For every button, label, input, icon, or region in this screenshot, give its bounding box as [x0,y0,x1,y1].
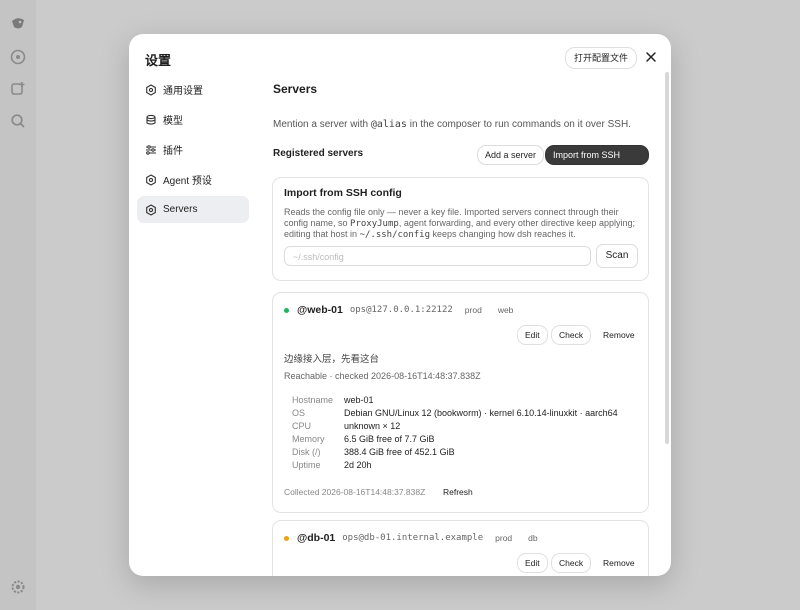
servers-panel: Servers Mention a server with @alias in … [272,74,649,576]
detail-row: Uptime 2d 20h [292,459,618,472]
detail-key: OS [292,408,306,418]
scan-button[interactable]: Scan [596,244,638,268]
settings-modal: 设置 打开配置文件 通用设置 模型 插件 Agent 预设 Servers Se… [129,34,671,576]
import-card-title: Import from SSH config [284,187,402,199]
remove-button[interactable]: Remove [595,325,643,345]
import-card-description: Reads the config file only — never a key… [284,207,640,241]
import-ssh-card: Import from SSH config Reads the config … [272,177,649,281]
plus-circle-icon[interactable] [9,48,27,66]
close-icon[interactable] [643,49,659,65]
open-config-button[interactable]: 打开配置文件 [564,47,637,69]
check-button[interactable]: Check [551,553,592,573]
server-address: ops@127.0.0.1:22122 [349,305,453,315]
detail-row: Disk (/) 388.4 GiB free of 452.1 GiB [292,446,618,459]
detail-key: Uptime [292,460,321,470]
sidebar-item-label: 通用设置 [163,86,203,97]
app-rail [0,0,36,610]
detail-row: Memory 6.5 GiB free of 7.7 GiB [292,433,618,446]
detail-value: 388.4 GiB free of 452.1 GiB [344,447,455,457]
server-alias: @web-01 [297,304,343,316]
detail-value: unknown × 12 [344,421,401,431]
edit-button[interactable]: Edit [517,325,548,345]
edit-button[interactable]: Edit [517,553,548,573]
sliders-icon [145,144,157,156]
refresh-link[interactable]: Refresh [443,487,473,497]
sidebar-item-label: 插件 [163,146,183,157]
server-card: @web-01 ops@127.0.0.1:22122 prod web Edi… [272,292,649,513]
new-window-icon[interactable] [9,80,27,98]
settings-gear-icon[interactable] [9,578,27,596]
server-alias: @db-01 [297,532,336,544]
detail-key: Disk (/) [292,447,321,457]
status-dot [284,307,289,313]
server-card: @db-01 ops@db-01.internal.example prod d… [272,520,649,576]
intro-code: @alias [370,119,407,130]
server-tag: web [497,305,514,315]
server-tag: db [528,533,538,543]
database-icon [145,114,157,126]
detail-key: CPU [292,421,312,431]
detail-value: web-01 [344,395,374,405]
detail-key: Memory [292,434,325,444]
detail-value: 2d 20h [344,460,372,470]
detail-key: Hostname [292,395,334,405]
server-header: @db-01 ops@db-01.internal.example prod d… [284,532,554,544]
desc-code: ~/.ssh/config [359,230,431,240]
server-note: 边缘接入层，先看这台 [284,354,380,365]
server-status: Reachable · checked 2026-08-16T14:48:37.… [284,371,481,381]
desc-code: ProxyJump [350,218,399,229]
intro-suffix: in the composer to run commands on it ov… [406,119,631,130]
sidebar-item-general[interactable]: 通用设置 [137,76,249,103]
sidebar-item-plugins[interactable]: 插件 [137,136,249,163]
detail-row: OS Debian GNU/Linux 12 (bookworm) · kerne… [292,407,618,420]
intro-prefix: Mention a server with [273,119,371,130]
page-title: Servers [273,82,318,96]
add-server-button[interactable]: Add a server [477,145,545,165]
settings-sidebar: 通用设置 模型 插件 Agent 预设 Servers [137,76,249,226]
sidebar-item-agent-presets[interactable]: Agent 预设 [137,166,249,193]
detail-row: CPU unknown × 12 [292,420,618,433]
detail-row: Hostname web-01 [292,394,618,407]
sidebar-item-label: Servers [163,204,198,215]
gear-icon [145,173,157,186]
gear-icon [145,83,157,96]
sidebar-item-label: 模型 [163,116,183,127]
server-header: @web-01 ops@127.0.0.1:22122 prod web [284,304,529,316]
import-ssh-config-button[interactable]: Import from SSH config [545,145,649,178]
ssh-config-path-input[interactable]: ~/.ssh/config [284,246,591,266]
intro-text: Mention a server with @alias in the comp… [273,119,631,130]
server-address: ops@db-01.internal.example [342,533,484,543]
app-logo-icon[interactable] [9,15,27,33]
remove-button[interactable]: Remove [595,553,643,573]
registered-servers-title: Registered servers [273,148,364,159]
server-details: Hostname web-01 OS Debian GNU/Linux 12 (bo… [292,394,618,472]
detail-value: Debian GNU/Linux 12 (bookworm) · kernel … [344,408,618,418]
sidebar-item-label: Agent 预设 [163,176,212,187]
sidebar-item-models[interactable]: 模型 [137,106,249,133]
search-icon[interactable] [9,112,27,130]
server-tag: prod [495,533,513,543]
gear-icon [145,203,157,216]
server-tag: prod [464,305,482,315]
content-scrollbar[interactable] [665,72,669,444]
check-button[interactable]: Check [551,325,592,345]
desc-part: keeps changing how dsh reaches it. [430,229,576,239]
status-dot [284,535,289,541]
sidebar-item-servers[interactable]: Servers [137,196,249,223]
detail-value: 6.5 GiB free of 7.7 GiB [344,434,435,444]
modal-title: 设置 [145,53,172,68]
collected-timestamp: Collected 2026-08-16T14:48:37.838Z [284,487,426,497]
